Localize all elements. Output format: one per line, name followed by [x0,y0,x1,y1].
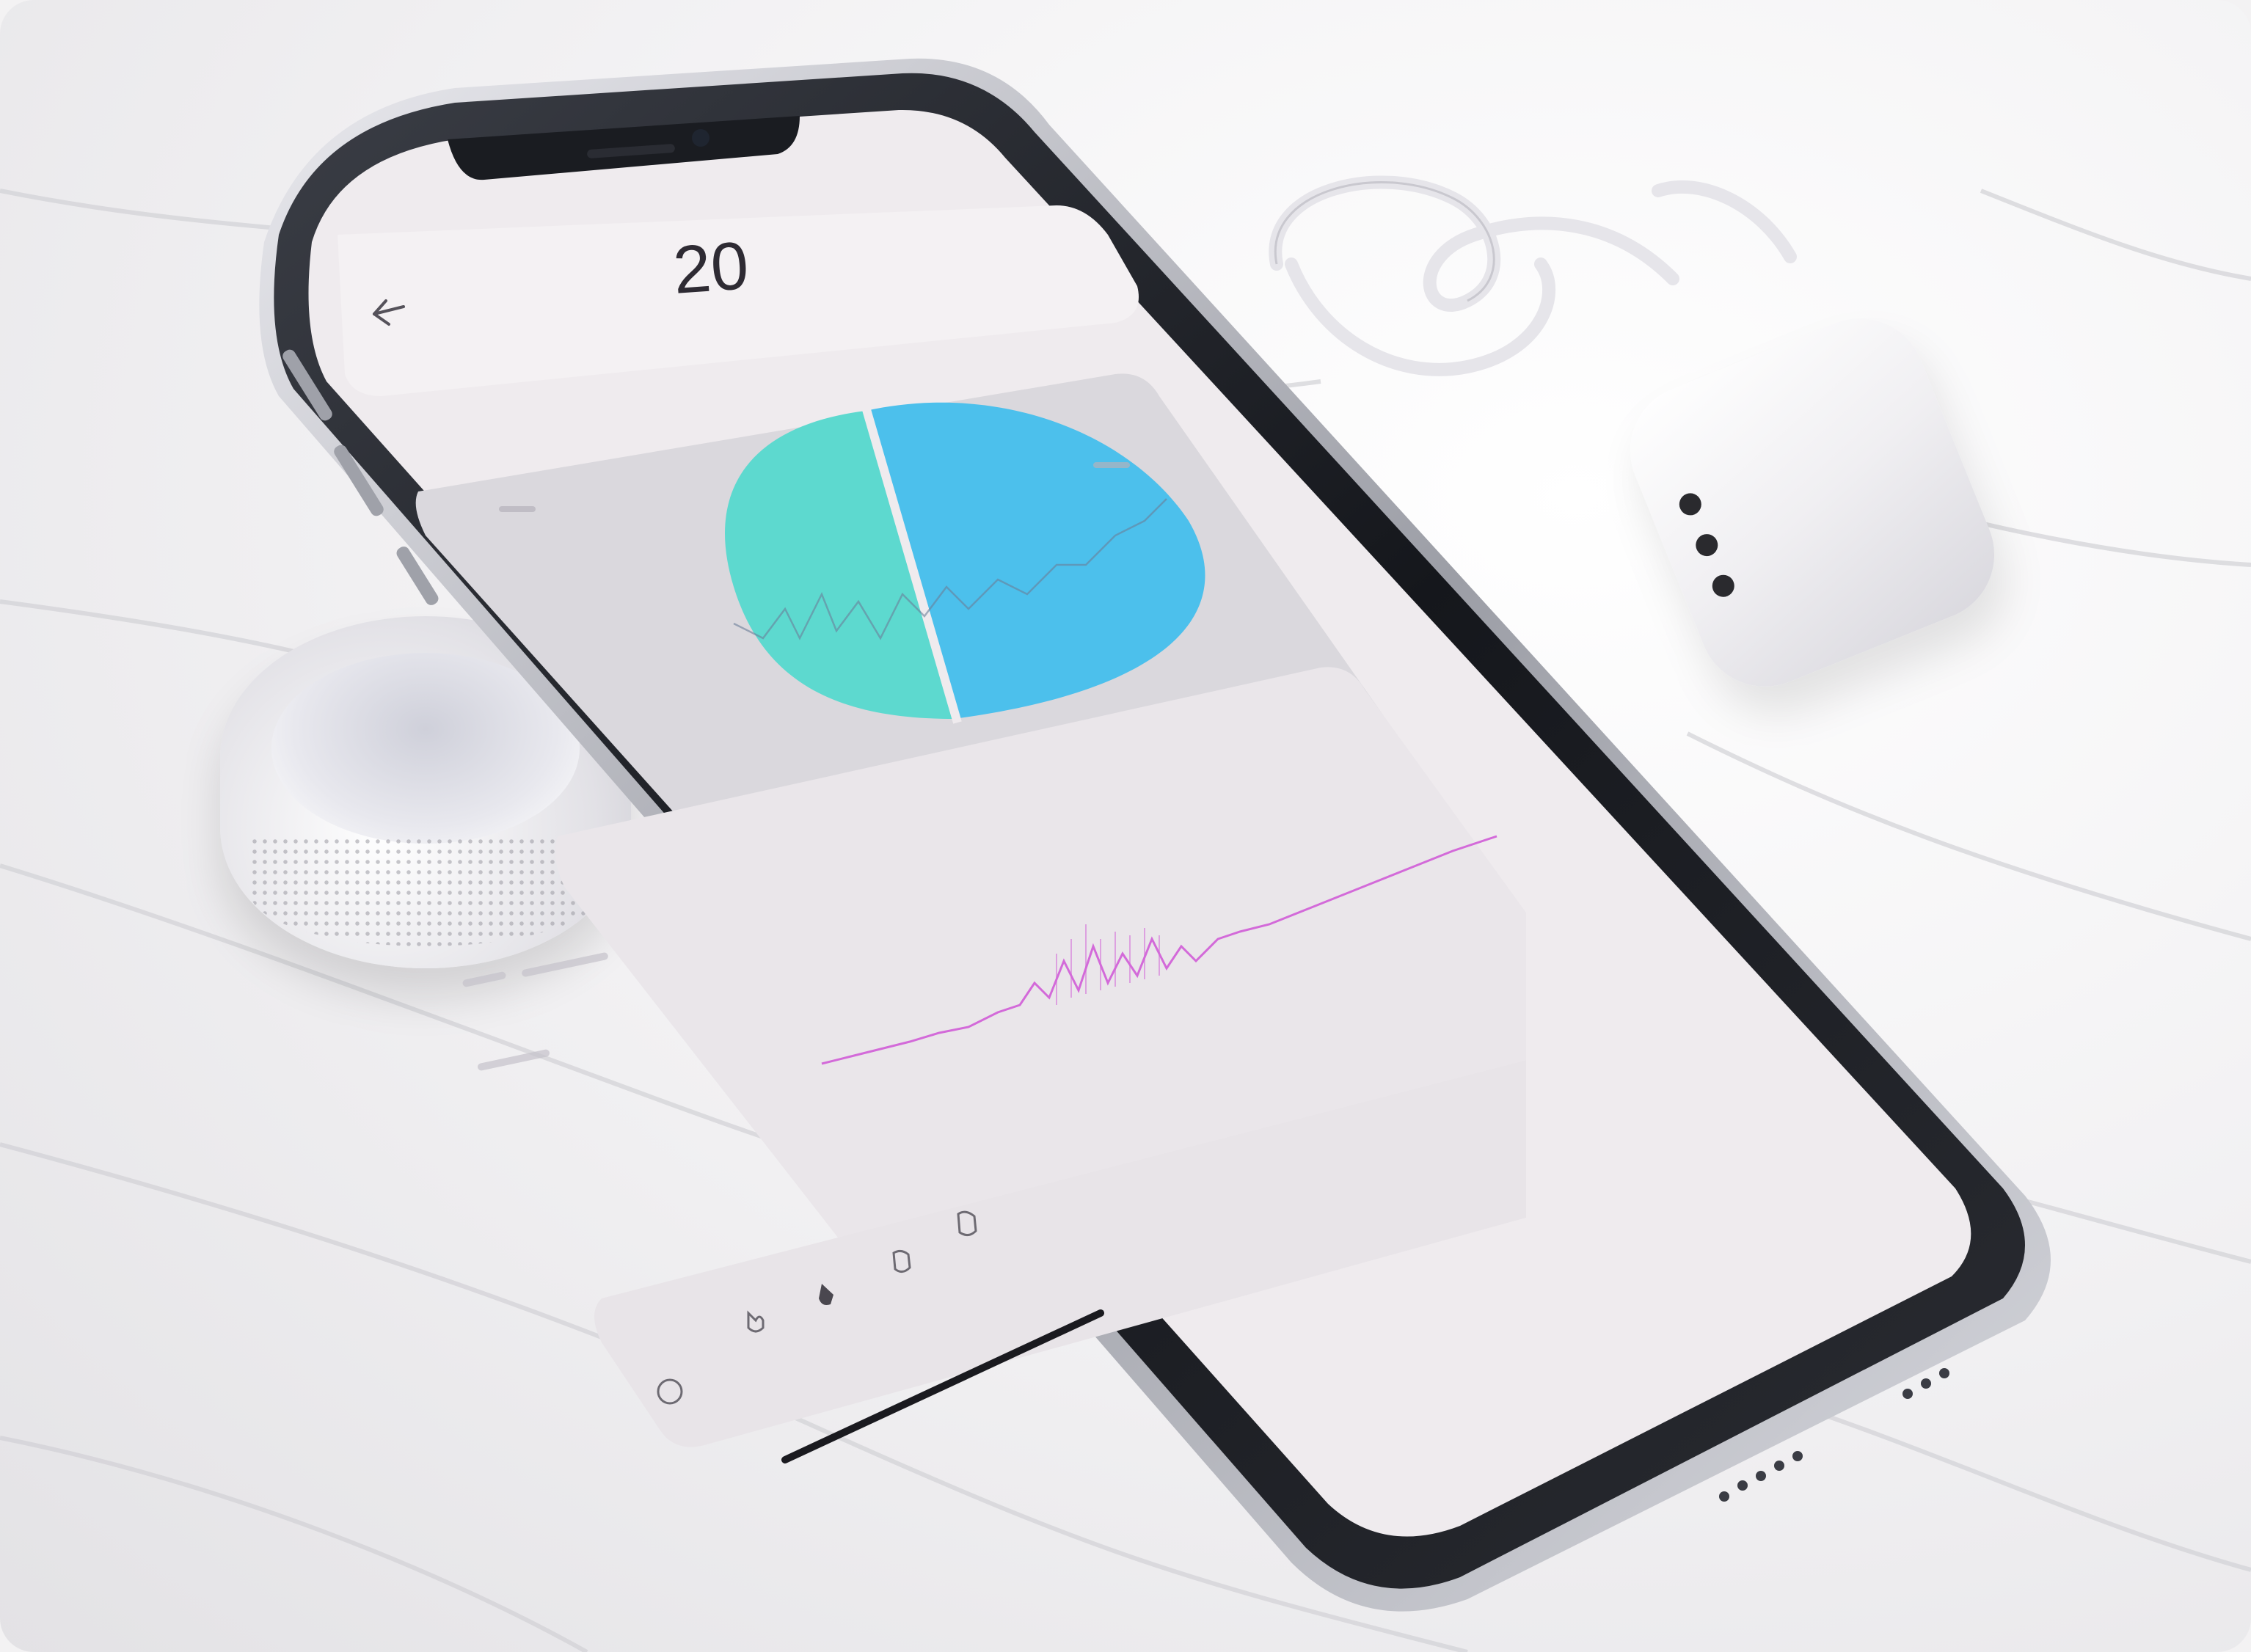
photo-scene: 20 [0,0,2251,1652]
app-screen: 20 [323,81,1526,1540]
header-value: 20 [671,228,751,308]
